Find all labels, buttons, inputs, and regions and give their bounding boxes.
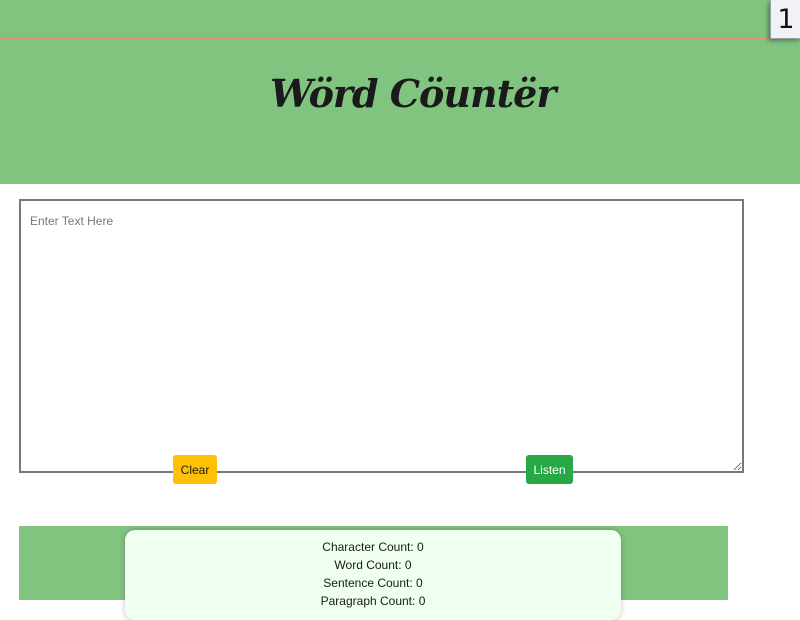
- corner-badge: 1: [770, 0, 800, 39]
- listen-button[interactable]: Listen: [526, 455, 573, 484]
- word-count: Word Count: 0: [334, 558, 412, 572]
- character-count: Character Count: 0: [322, 540, 424, 554]
- page-header: Wörd Cöuntër: [0, 0, 800, 184]
- paragraph-count: Paragraph Count: 0: [320, 594, 426, 608]
- header-divider: [0, 37, 800, 40]
- text-input[interactable]: [19, 199, 744, 473]
- clear-button[interactable]: Clear: [173, 455, 217, 484]
- stats-panel: Character Count: 0 Word Count: 0 Sentenc…: [19, 526, 728, 620]
- sentence-count: Sentence Count: 0: [323, 576, 423, 590]
- stats-card: Character Count: 0 Word Count: 0 Sentenc…: [125, 530, 621, 620]
- app-logo: Wörd Cöuntër: [270, 71, 556, 116]
